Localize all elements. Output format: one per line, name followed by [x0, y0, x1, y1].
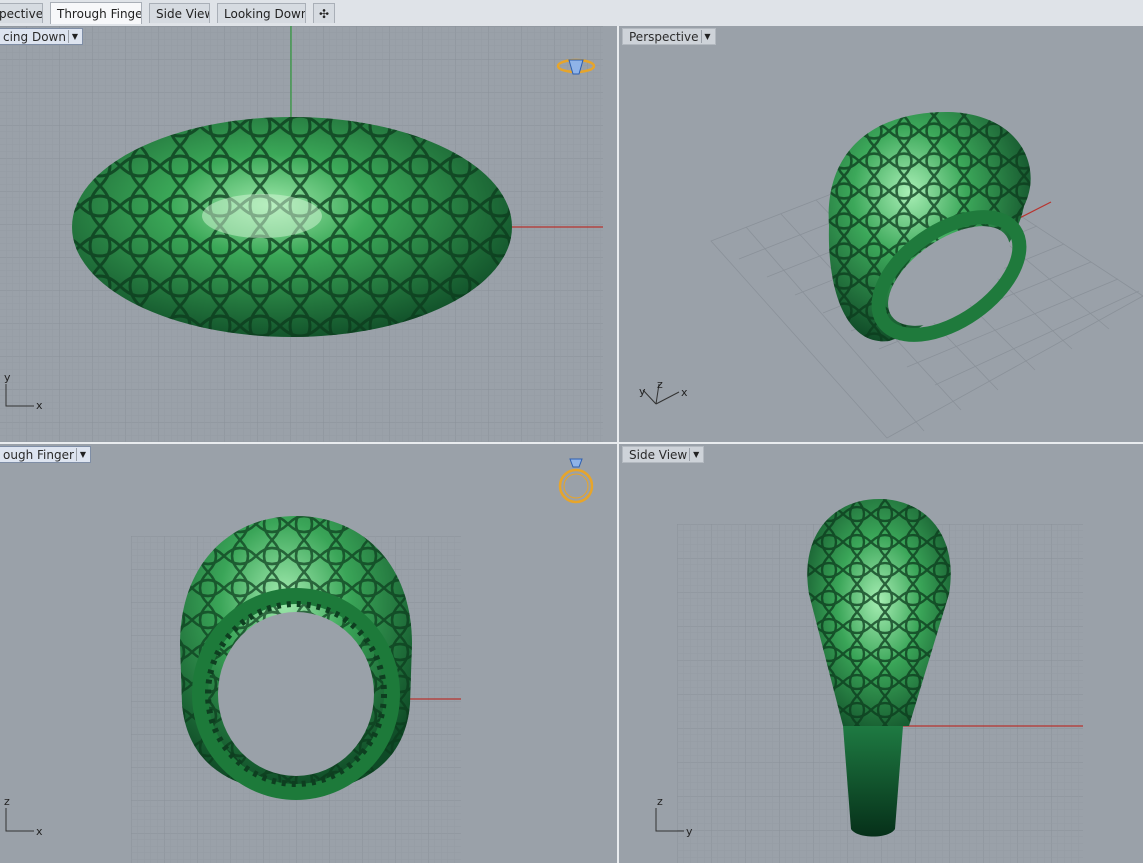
svg-text:x: x: [681, 386, 688, 399]
svg-text:x: x: [36, 825, 43, 838]
viewport-side-view[interactable]: z y Side View ▼: [619, 444, 1143, 863]
dropdown-arrow-icon[interactable]: ▼: [67, 30, 81, 43]
tab-side-view[interactable]: Side View: [149, 3, 210, 23]
ring-front-view-icon: [558, 458, 594, 504]
tab-looking-down[interactable]: Looking Down: [217, 3, 306, 23]
svg-text:x: x: [36, 399, 43, 412]
viewport-through-finger[interactable]: z x ough Finger ▼: [0, 444, 617, 863]
svg-text:z: z: [4, 795, 10, 808]
tab-through-finger[interactable]: Through Finger: [50, 2, 142, 24]
ring-model-front[interactable]: [180, 516, 412, 800]
dropdown-arrow-icon[interactable]: ▼: [689, 448, 702, 461]
dropdown-arrow-icon[interactable]: ▼: [700, 30, 714, 43]
axis-widget-perspective: y z x: [639, 378, 688, 405]
viewport-looking-down[interactable]: y x cing Down ▼: [0, 26, 617, 442]
view-tab-bar: pective Through Finger Side View Looking…: [0, 0, 1143, 27]
axis-widget-front: z x: [4, 795, 43, 838]
tab-perspective[interactable]: pective: [0, 3, 43, 23]
viewport-title-looking-down[interactable]: cing Down ▼: [0, 28, 83, 45]
svg-text:y: y: [686, 825, 693, 838]
plus-icon: ✣: [318, 7, 330, 21]
viewport-perspective[interactable]: y z x Perspective ▼: [619, 26, 1143, 442]
dropdown-arrow-icon[interactable]: ▼: [75, 448, 89, 461]
svg-text:y: y: [639, 385, 646, 398]
viewport-title-side-view[interactable]: Side View ▼: [622, 446, 705, 463]
ring-model-perspective[interactable]: [828, 111, 1041, 359]
svg-text:z: z: [657, 795, 663, 808]
viewport-divider-horizontal[interactable]: [0, 442, 1143, 444]
add-tab-button[interactable]: ✣: [313, 3, 335, 23]
viewport-divider-vertical[interactable]: [617, 26, 619, 863]
svg-text:y: y: [4, 371, 11, 384]
viewport-title-perspective[interactable]: Perspective ▼: [622, 28, 716, 45]
viewport-title-through-finger[interactable]: ough Finger ▼: [0, 446, 91, 463]
svg-text:z: z: [657, 378, 663, 391]
